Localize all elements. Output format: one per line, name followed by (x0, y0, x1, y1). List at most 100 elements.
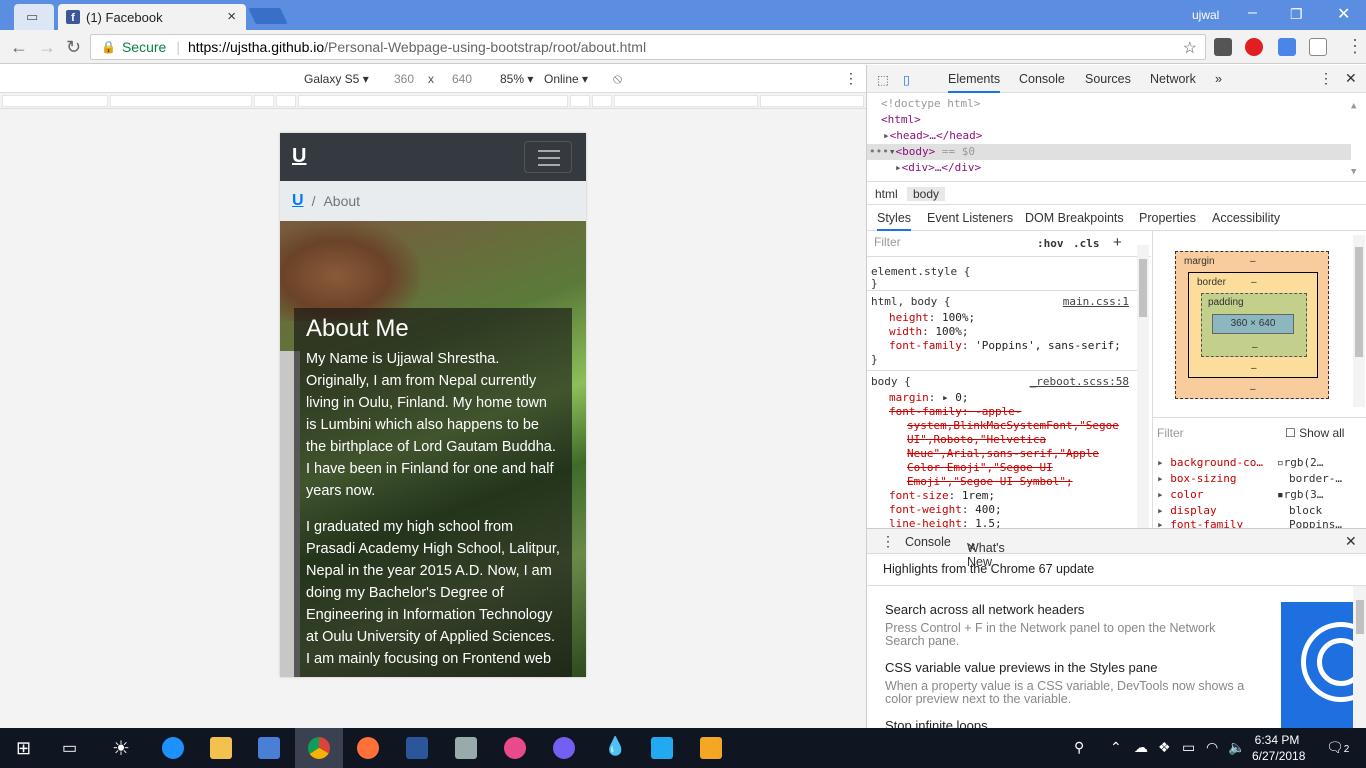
new-rule-icon[interactable]: + (1113, 234, 1122, 251)
subtab-styles[interactable]: Styles (877, 211, 912, 231)
more-options-icon[interactable]: ⋮ (844, 70, 858, 87)
tray-chevron-icon[interactable]: ⌃ (1110, 739, 1122, 756)
device-height[interactable]: 640 (452, 72, 472, 86)
computed-filter-input[interactable]: Filter (1157, 426, 1184, 440)
box-model-content[interactable]: 360 × 640 (1212, 314, 1294, 334)
close-drawer-icon[interactable]: ✕ (1345, 533, 1357, 550)
new-extension-icon[interactable] (1309, 38, 1327, 56)
word-icon[interactable] (406, 737, 428, 759)
drawer-menu-icon[interactable]: ⋮ (881, 533, 895, 550)
navbar-toggler-button[interactable] (524, 141, 572, 173)
dom-div-row[interactable]: ▸<div>…</div> (895, 161, 981, 174)
device-width[interactable]: 360 (394, 72, 414, 86)
minimize-icon[interactable]: – (1248, 4, 1257, 22)
tab-blank[interactable]: ▭ (14, 4, 54, 30)
adblock-icon[interactable] (1245, 38, 1263, 56)
whats-new-item-title[interactable]: Stop infinite loops (885, 718, 988, 728)
inspect-icon[interactable]: ⬚ (877, 72, 889, 87)
subtab-event-listeners[interactable]: Event Listeners (927, 211, 1013, 225)
brand-logo[interactable]: U (292, 145, 306, 168)
viber-icon[interactable] (553, 737, 575, 759)
edge-icon[interactable] (162, 737, 184, 759)
css-declaration[interactable]: font-weight: 400; (889, 503, 1002, 516)
subtab-accessibility[interactable]: Accessibility (1212, 211, 1280, 225)
css-declaration[interactable]: width: 100%; (889, 325, 969, 338)
forward-icon[interactable]: → (38, 37, 56, 58)
css-declaration[interactable]: font-size: 1rem; (889, 489, 995, 502)
box-model-scrollbar[interactable] (1353, 235, 1365, 407)
box-model-margin[interactable]: margin – – border – – padding – 360 × 64… (1175, 251, 1329, 399)
tab-elements[interactable]: Elements (948, 72, 1001, 93)
device-select[interactable]: Galaxy S5 ▾ (304, 72, 369, 86)
task-view-icon[interactable]: ▭ (62, 738, 77, 758)
zoom-select[interactable]: 85% ▾ (500, 72, 533, 86)
styles-scrollbar[interactable] (1137, 245, 1149, 528)
dropbox-icon[interactable]: ❖ (1158, 739, 1171, 756)
network-select[interactable]: Online ▾ (544, 72, 588, 86)
crumb-body[interactable]: body (907, 187, 946, 201)
bookmark-star-icon[interactable]: ☆ (1183, 38, 1197, 58)
media-query-ruler[interactable] (0, 93, 866, 109)
whats-new-item-title[interactable]: CSS variable value previews in the Style… (885, 660, 1157, 675)
computed-row[interactable]: ▸ display (1157, 504, 1217, 517)
hov-toggle[interactable]: :hov (1037, 237, 1064, 250)
drawer-tab-console[interactable]: Console (905, 535, 951, 549)
css-declaration[interactable]: margin: ▸ 0; (889, 391, 969, 404)
computed-row[interactable]: ▸ box-sizing (1157, 472, 1236, 485)
store-icon[interactable] (258, 737, 280, 759)
computed-row[interactable]: ▸ color (1157, 488, 1203, 501)
clock[interactable]: 6:34 PM 6/27/2018 (1252, 732, 1305, 764)
battery-icon[interactable]: ▭ (1182, 739, 1195, 756)
close-tab-icon[interactable]: × (227, 8, 236, 25)
vscode-icon[interactable] (651, 737, 673, 759)
weather-app-icon[interactable]: ☀ (112, 736, 130, 761)
sublime-icon[interactable] (700, 737, 722, 759)
tab-console[interactable]: Console (1019, 72, 1065, 86)
css-declaration-overridden[interactable]: font-family: -apple- (889, 405, 1021, 418)
css-declaration[interactable]: height: 100%; (889, 311, 975, 324)
volume-icon[interactable]: 🔈 (1228, 739, 1245, 756)
notifications-icon[interactable]: 🗨2 (1326, 739, 1349, 756)
box-model-border[interactable]: border – – padding – 360 × 640 (1188, 272, 1318, 378)
tab-facebook[interactable]: f (1) Facebook × (58, 4, 246, 30)
tab-network[interactable]: Network (1150, 72, 1196, 86)
restore-icon[interactable]: ❐ (1290, 6, 1303, 23)
dom-html[interactable]: <html> (881, 113, 921, 126)
device-toggle-icon[interactable]: ▯ (903, 72, 910, 87)
chrome-icon[interactable] (308, 737, 330, 759)
back-icon[interactable]: ← (10, 37, 28, 58)
css-declaration[interactable]: font-family: 'Poppins', sans-serif; (889, 339, 1121, 352)
rotate-icon[interactable]: ⦸ (613, 70, 622, 87)
breadcrumb-home-link[interactable]: U (292, 192, 304, 210)
scroll-up-icon[interactable]: ▲ (1351, 101, 1356, 111)
itunes-icon[interactable] (504, 737, 526, 759)
cls-toggle[interactable]: .cls (1073, 237, 1100, 250)
dom-doctype[interactable]: <!doctype html> (881, 97, 980, 110)
menu-icon[interactable]: ⋮ (1346, 36, 1364, 57)
windows-start-icon[interactable]: ⊞ (16, 738, 31, 759)
dom-head-row[interactable]: ▸<head>…</head> (883, 129, 982, 142)
subtab-properties[interactable]: Properties (1139, 211, 1196, 225)
profile-user[interactable]: ujwal (1192, 8, 1219, 22)
extension-icon[interactable] (1214, 38, 1232, 56)
show-all-checkbox[interactable]: ☐ Show all (1285, 426, 1344, 440)
box-model-padding[interactable]: padding – 360 × 640 (1201, 293, 1307, 357)
whats-new-item-title[interactable]: Search across all network headers (885, 602, 1084, 617)
scroll-down-icon[interactable]: ▼ (1351, 167, 1356, 177)
reload-icon[interactable]: ↻ (66, 37, 81, 58)
firefox-icon[interactable] (357, 737, 379, 759)
rule-source-link[interactable]: main.css:1 (1063, 295, 1129, 308)
computed-row[interactable]: ▸ background-co… (1157, 456, 1263, 469)
translate-icon[interactable] (1278, 38, 1296, 56)
close-window-icon[interactable]: ✕ (1337, 4, 1350, 24)
app-icon[interactable] (455, 737, 477, 759)
crumb-html[interactable]: html (875, 187, 898, 201)
close-devtools-icon[interactable]: ✕ (1345, 70, 1357, 87)
onedrive-icon[interactable]: ☁ (1134, 739, 1148, 756)
rule-source-link[interactable]: _reboot.scss:58 (1030, 375, 1129, 388)
more-tabs-icon[interactable]: » (1215, 72, 1222, 86)
people-icon[interactable]: ⚲ (1074, 739, 1084, 756)
droplet-icon[interactable]: 💧 (604, 736, 626, 757)
tab-sources[interactable]: Sources (1085, 72, 1131, 86)
wifi-icon[interactable]: ◠ (1206, 739, 1218, 756)
